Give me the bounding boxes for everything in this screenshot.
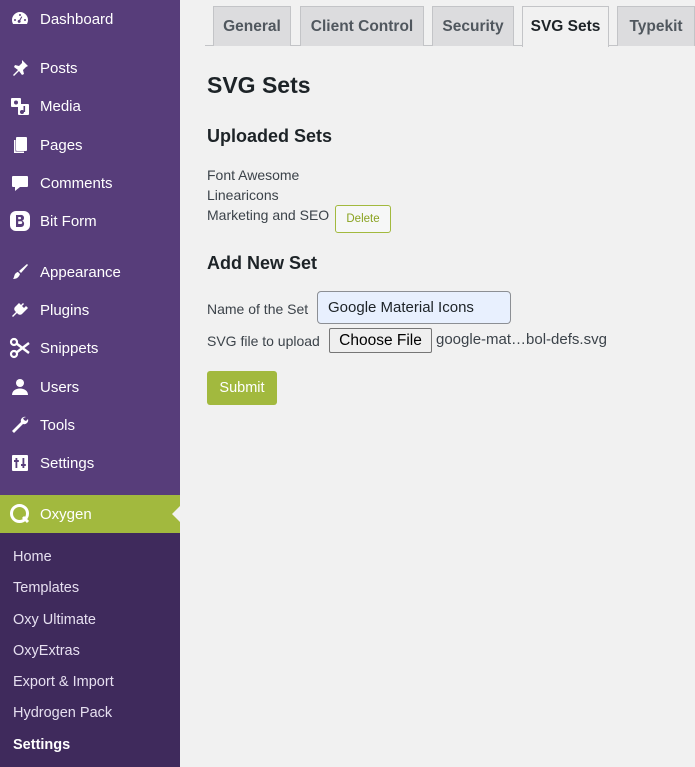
scissors-icon <box>8 336 32 360</box>
pin-icon <box>8 56 32 80</box>
menu-item-dashboard[interactable]: Dashboard <box>0 0 180 38</box>
menu-item-posts[interactable]: Posts <box>0 49 180 87</box>
set-name-label: Name of the Set <box>207 301 309 317</box>
tab-client-control[interactable]: Client Control <box>300 6 424 46</box>
uploaded-set-item: Linearicons <box>207 187 279 203</box>
tab-security[interactable]: Security <box>432 6 514 46</box>
uploaded-sets-title: Uploaded Sets <box>207 126 333 146</box>
menu-item-media[interactable]: Media <box>0 87 180 125</box>
menu-label: Comments <box>40 174 113 192</box>
uploaded-set-item: Font Awesome <box>207 167 300 183</box>
menu-item-oxygen[interactable]: Oxygen <box>0 495 180 533</box>
uploaded-set-item: Marketing and SEO <box>207 207 330 223</box>
submenu-item-hydrogen-pack[interactable]: Hydrogen Pack <box>13 705 112 721</box>
menu-item-appearance[interactable]: Appearance <box>0 253 180 291</box>
menu-item-users[interactable]: Users <box>0 368 180 406</box>
set-name-input[interactable] <box>317 291 511 324</box>
submit-button[interactable]: Submit <box>207 371 277 405</box>
submenu-item-templates[interactable]: Templates <box>13 580 79 596</box>
menu-label: Posts <box>40 59 78 77</box>
tab-svg-sets[interactable]: SVG Sets <box>522 6 609 47</box>
menu-item-bit-form[interactable]: Bit Form <box>0 202 180 240</box>
pages-icon <box>8 133 32 157</box>
menu-item-tools[interactable]: Tools <box>0 406 180 444</box>
media-icon <box>8 94 32 118</box>
plug-icon <box>8 298 32 322</box>
menu-label: Tools <box>40 416 76 434</box>
tab-typekit[interactable]: Typekit <box>617 6 695 46</box>
submenu-item-oxyextras[interactable]: OxyExtras <box>13 643 80 659</box>
menu-label: Bit Form <box>40 212 97 230</box>
menu-label: Oxygen <box>40 505 92 523</box>
settings-tabs: General Client Control Security SVG Sets… <box>205 6 695 47</box>
menu-label: Settings <box>40 454 95 472</box>
selected-file-name: google-mat…bol-defs.svg <box>436 331 607 348</box>
page-title: SVG Sets <box>207 72 311 98</box>
menu-label: Snippets <box>40 339 99 357</box>
oxygen-submenu: Home Templates Oxy Ultimate OxyExtras Ex… <box>0 533 180 767</box>
menu-item-plugins[interactable]: Plugins <box>0 291 180 329</box>
menu-item-snippets[interactable]: Snippets <box>0 329 180 367</box>
submenu-item-home[interactable]: Home <box>13 549 52 565</box>
menu-label: Media <box>40 97 81 115</box>
dashboard-icon <box>8 7 32 31</box>
user-icon <box>8 375 32 399</box>
wrench-icon <box>8 413 32 437</box>
choose-file-button[interactable]: Choose File <box>329 328 432 353</box>
menu-label: Pages <box>40 136 83 154</box>
submenu-item-settings[interactable]: Settings <box>13 737 70 753</box>
sliders-icon <box>8 451 32 475</box>
submenu-item-export-import[interactable]: Export & Import <box>13 674 114 690</box>
menu-label: Appearance <box>40 263 121 281</box>
delete-set-button[interactable]: Delete <box>335 205 391 233</box>
oxygen-icon <box>8 502 32 526</box>
submenu-item-oxy-ultimate[interactable]: Oxy Ultimate <box>13 612 96 628</box>
menu-label: Users <box>40 378 80 396</box>
menu-label: Dashboard <box>40 10 114 28</box>
menu-label: Plugins <box>40 301 90 319</box>
add-new-set-title: Add New Set <box>207 253 318 273</box>
bit-form-icon <box>8 209 32 233</box>
menu-item-pages[interactable]: Pages <box>0 126 180 164</box>
brush-icon <box>8 260 32 284</box>
comment-icon <box>8 171 32 195</box>
tab-general[interactable]: General <box>213 6 291 46</box>
menu-item-settings[interactable]: Settings <box>0 444 180 482</box>
menu-item-comments[interactable]: Comments <box>0 164 180 202</box>
svg-file-label: SVG file to upload <box>207 333 320 349</box>
